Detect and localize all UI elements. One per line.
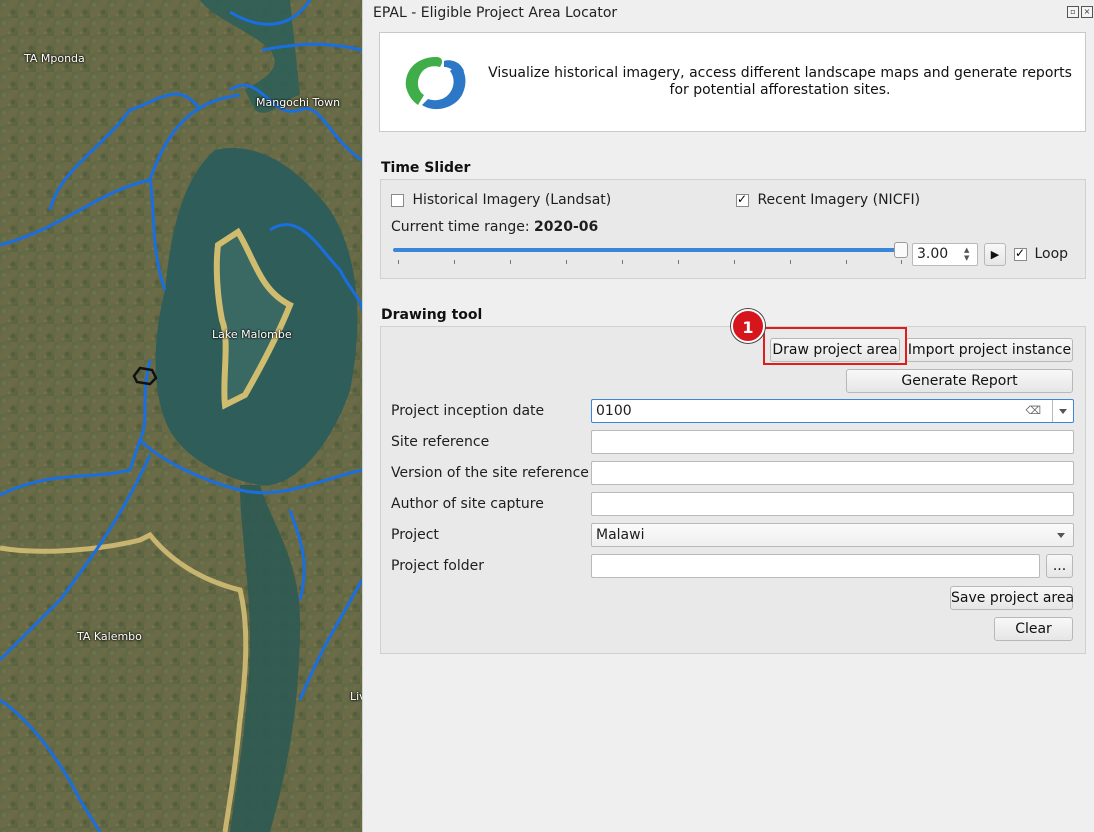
slider-tick <box>566 260 567 264</box>
project-select-value: Malawi <box>596 527 645 543</box>
banner: Visualize historical imagery, access dif… <box>379 32 1086 132</box>
time-slider-handle[interactable] <box>894 242 908 258</box>
draw-button-highlight <box>763 327 907 365</box>
loop-label: Loop <box>1034 246 1069 262</box>
generate-report-button[interactable]: Generate Report <box>846 369 1073 393</box>
banner-description: Visualize historical imagery, access dif… <box>488 65 1072 98</box>
project-select[interactable]: Malawi <box>591 523 1074 547</box>
play-icon: ▶ <box>990 248 1000 261</box>
map-label-lake-malombe: Lake Malombe <box>212 328 292 341</box>
inception-date-label: Project inception date <box>391 403 545 419</box>
clear-field-icon[interactable]: ⌫ <box>1025 400 1041 422</box>
map-imagery <box>0 0 362 832</box>
project-folder-label: Project folder <box>391 558 484 574</box>
slider-tick <box>901 260 902 264</box>
date-dropdown-button[interactable] <box>1052 400 1073 422</box>
time-range-value: 2020-06 <box>534 219 599 235</box>
site-reference-label: Site reference <box>391 434 490 450</box>
map-label-ta-kalembo: TA Kalembo <box>77 630 142 643</box>
epal-dock-panel: EPAL - Eligible Project Area Locator ▫ ×… <box>362 0 1094 832</box>
drawing-tool-title: Drawing tool <box>381 307 483 323</box>
project-folder-field[interactable] <box>591 554 1040 578</box>
site-reference-field[interactable] <box>591 430 1074 454</box>
panel-title: EPAL - Eligible Project Area Locator <box>373 5 618 21</box>
map-canvas[interactable]: TA Mponda Mangochi Town Lake Malombe TA … <box>0 0 362 832</box>
save-project-area-button[interactable]: Save project area <box>950 586 1074 610</box>
spinbox-arrows-icon[interactable]: ▲ ▼ <box>964 246 969 262</box>
time-slider-track[interactable] <box>393 248 901 252</box>
recent-imagery-label: Recent Imagery (NICFI) <box>757 192 921 208</box>
project-label: Project <box>391 527 439 543</box>
map-label-edge: Liv <box>350 690 362 703</box>
current-time-range: Current time range: 2020-06 <box>391 219 598 235</box>
slider-tick <box>622 260 623 264</box>
import-project-instance-button[interactable]: Import project instance <box>906 338 1073 362</box>
recent-imagery-checkbox[interactable]: Recent Imagery (NICFI) <box>736 192 920 208</box>
chevron-down-icon <box>1059 409 1067 414</box>
map-label-ta-mponda: TA Mponda <box>24 52 85 65</box>
historical-imagery-label: Historical Imagery (Landsat) <box>412 192 612 208</box>
author-label: Author of site capture <box>391 496 544 512</box>
loop-check-box[interactable] <box>1014 246 1027 261</box>
slider-tick <box>790 260 791 264</box>
time-range-prefix: Current time range: <box>391 219 534 235</box>
loop-checkbox[interactable]: Loop <box>1014 246 1068 262</box>
clear-button[interactable]: Clear <box>994 617 1073 641</box>
map-label-mangochi-town: Mangochi Town <box>256 96 341 109</box>
inception-date-value: 0100 <box>596 403 632 419</box>
historical-imagery-check-box[interactable] <box>391 193 404 207</box>
browse-folder-button[interactable]: ... <box>1046 554 1073 578</box>
slider-tick <box>846 260 847 264</box>
inception-date-field[interactable]: 0100 ⌫ <box>591 399 1074 423</box>
play-button[interactable]: ▶ <box>984 243 1006 266</box>
time-slider-title: Time Slider <box>381 160 471 176</box>
slider-tick <box>734 260 735 264</box>
slider-tick <box>510 260 511 264</box>
epal-logo-icon <box>405 57 466 110</box>
slider-tick <box>398 260 399 264</box>
version-field[interactable] <box>591 461 1074 485</box>
close-icon[interactable]: × <box>1081 6 1093 18</box>
float-icon[interactable]: ▫ <box>1067 6 1079 18</box>
slider-tick <box>454 260 455 264</box>
step-badge: 1 <box>731 309 765 343</box>
recent-imagery-check-box[interactable] <box>736 192 749 207</box>
chevron-down-icon <box>1057 533 1065 538</box>
historical-imagery-checkbox[interactable]: Historical Imagery (Landsat) <box>391 192 611 208</box>
slider-tick <box>678 260 679 264</box>
version-label: Version of the site reference <box>391 465 589 481</box>
author-field[interactable] <box>591 492 1074 516</box>
